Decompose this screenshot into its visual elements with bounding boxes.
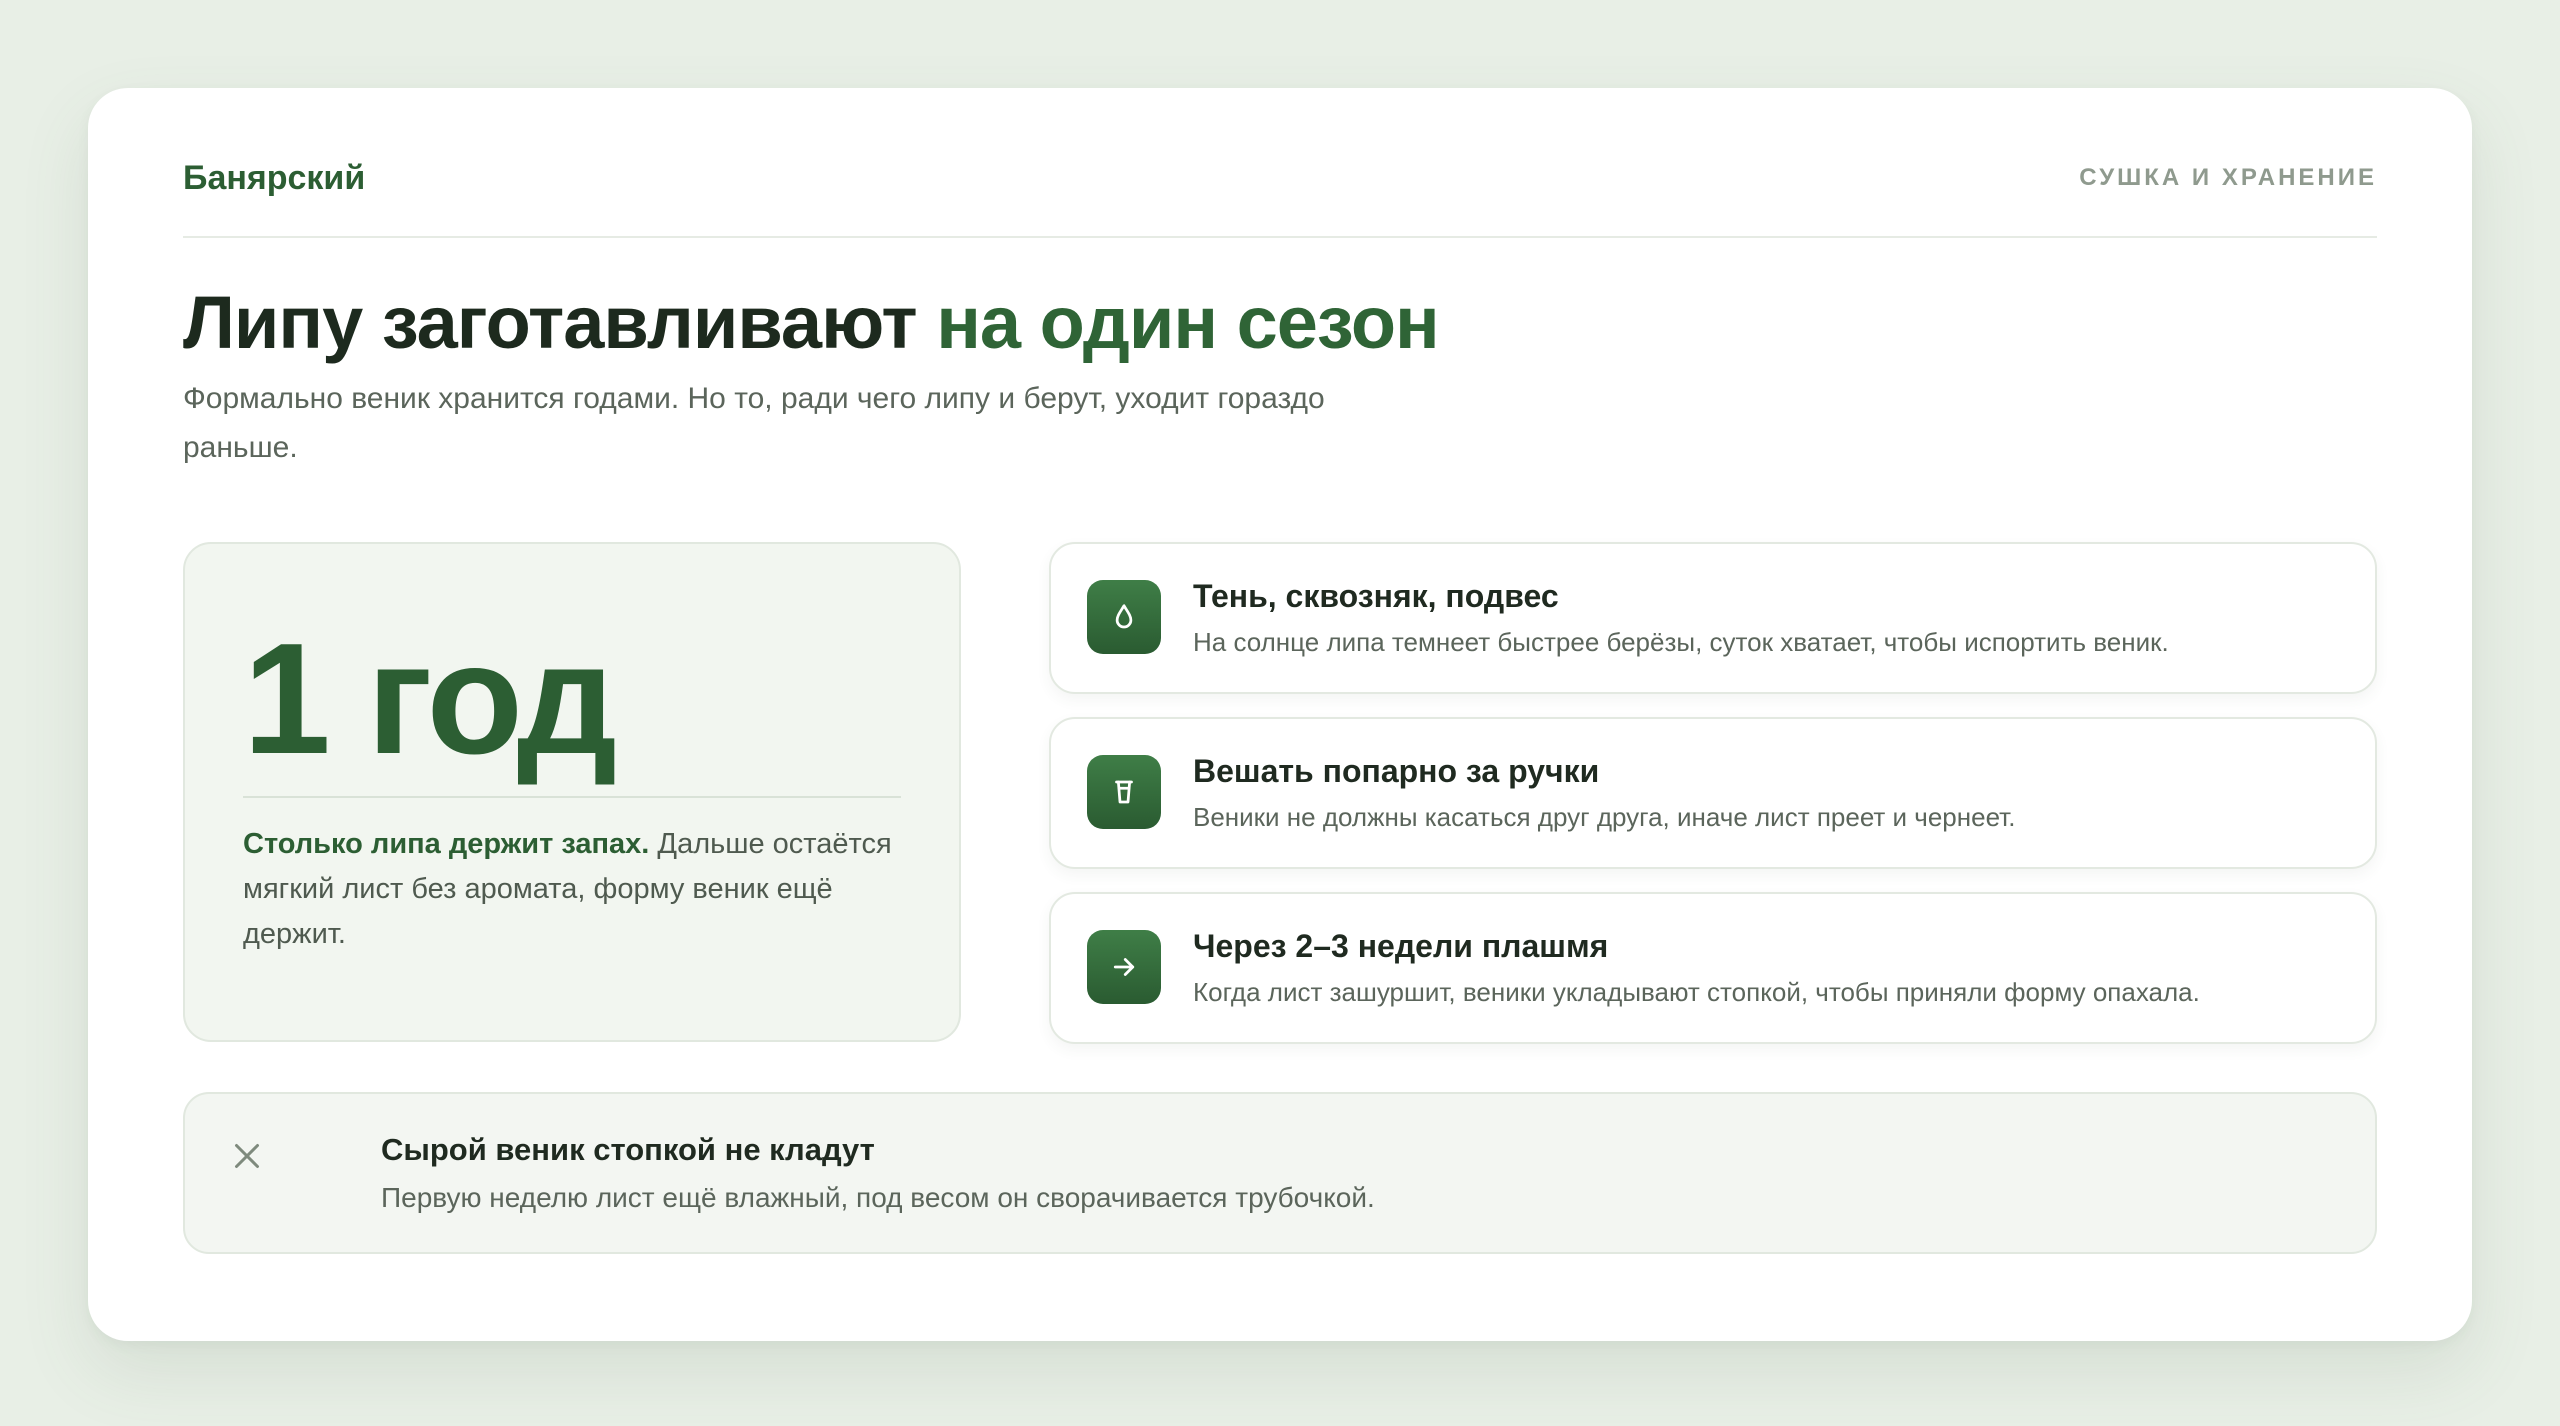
section-label: СУШКА И ХРАНЕНИЕ (2079, 164, 2377, 191)
drop-icon (1087, 580, 1161, 654)
stat-description: Столько липа держит запах. Дальше остаёт… (243, 822, 901, 957)
warning-text: Первую неделю лист ещё влажный, под весо… (381, 1182, 1375, 1213)
close-icon (229, 1138, 265, 1174)
stat-card: 1 год Столько липа держит запах. Дальше … (183, 542, 961, 1042)
page-title-main: Липу заготавливают (183, 281, 918, 364)
page-title-accent: на один сезон (936, 281, 1440, 364)
tip-title: Через 2–3 недели плашмя (1193, 928, 1609, 964)
tip-title: Тень, сквозняк, подвес (1193, 578, 1559, 614)
warning-title: Сырой веник стопкой не кладут (381, 1132, 875, 1167)
brand-logo[interactable]: Банярский (183, 156, 365, 200)
tip-text: Когда лист зашуршит, веники укладывают с… (1193, 977, 2200, 1007)
tip-card-shade: Тень, сквозняк, подвес На солнце липа те… (1049, 542, 2377, 694)
arrow-right-icon (1087, 930, 1161, 1004)
header: Банярский СУШКА И ХРАНЕНИЕ (183, 156, 2377, 238)
stat-divider (243, 796, 901, 798)
page-title: Липу заготавливают на один сезон (183, 278, 1440, 368)
tip-text: На солнце липа темнеет быстрее берёзы, с… (1193, 627, 2169, 657)
stat-value: 1 год (243, 611, 617, 787)
tip-title: Вешать попарно за ручки (1193, 753, 1600, 789)
stat-lead: Столько липа держит запах. (243, 828, 650, 860)
tip-card-hang: Вешать попарно за ручки Веники не должны… (1049, 717, 2377, 869)
bucket-icon (1087, 755, 1161, 829)
tip-card-flat: Через 2–3 недели плашмя Когда лист зашур… (1049, 892, 2377, 1044)
warning-note: Сырой веник стопкой не кладут Первую нед… (183, 1092, 2377, 1254)
content-card: Банярский СУШКА И ХРАНЕНИЕ Липу заготавл… (88, 88, 2472, 1341)
page-subtitle: Формально веник хранится годами. Но то, … (183, 382, 1325, 464)
tip-text: Веники не должны касаться друг друга, ин… (1193, 802, 2016, 832)
